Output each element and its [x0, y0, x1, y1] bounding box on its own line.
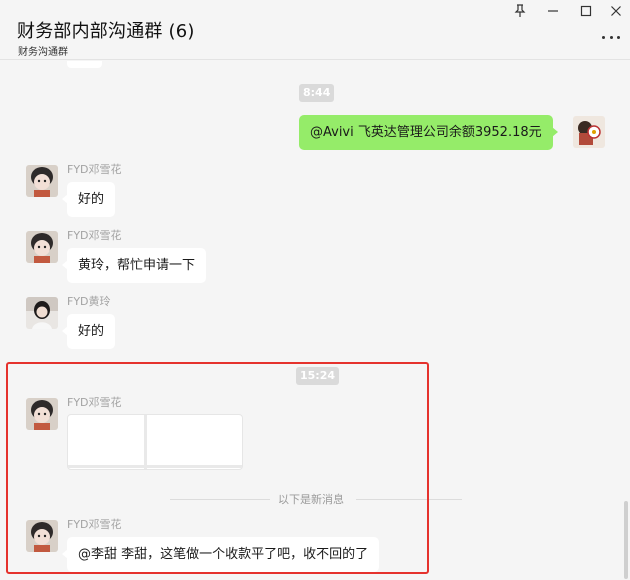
timestamp: 8:44	[299, 84, 335, 102]
attachment-card[interactable]	[67, 414, 243, 470]
incoming-message-bubble[interactable]: 好的	[61, 314, 116, 349]
incoming-message-bubble[interactable]: @李甜 李甜，这笔做一个收款平了吧，收不回的了	[61, 537, 380, 572]
card-divider	[68, 465, 242, 468]
incoming-message-bubble[interactable]: 好的	[61, 182, 116, 217]
group-title[interactable]: 财务部内部沟通群 (6)	[17, 17, 195, 43]
group-subtitle: 财务沟通群	[18, 47, 68, 58]
chat-window: 财务部内部沟通群 (6) 财务沟通群 8:44 @Avivi 飞英达管理公司余额…	[0, 0, 630, 580]
sender-name: FYD邓雪花	[67, 518, 122, 531]
sender-avatar[interactable]	[26, 297, 58, 329]
message-list[interactable]: 8:44 @Avivi 飞英达管理公司余额3952.18元 FYD邓雪花 好的 …	[0, 61, 630, 580]
sender-avatar[interactable]	[26, 165, 58, 197]
new-messages-label: 以下是新消息	[278, 493, 344, 506]
chat-header: 财务部内部沟通群 (6) 财务沟通群	[0, 0, 630, 60]
incoming-message-bubble[interactable]: 黄玲，帮忙申请一下	[61, 248, 207, 283]
sender-name: FYD邓雪花	[67, 396, 122, 409]
card-divider	[144, 415, 147, 469]
timestamp: 15:24	[296, 367, 340, 385]
self-avatar[interactable]	[573, 116, 605, 148]
sender-name: FYD邓雪花	[67, 163, 122, 176]
sender-avatar[interactable]	[26, 398, 58, 430]
outgoing-message-bubble[interactable]: @Avivi 飞英达管理公司余额3952.18元	[299, 115, 558, 150]
more-icon[interactable]	[602, 32, 620, 42]
chat-scrollbar[interactable]	[624, 501, 628, 579]
sender-avatar[interactable]	[26, 520, 58, 552]
sender-name: FYD黄玲	[67, 295, 111, 308]
maximize-icon[interactable]	[576, 2, 596, 20]
clipped-message-bubble	[67, 61, 102, 68]
minimize-icon[interactable]	[543, 2, 563, 20]
new-messages-divider: 以下是新消息	[170, 491, 462, 507]
close-icon[interactable]	[606, 2, 626, 20]
sender-name: FYD邓雪花	[67, 229, 122, 242]
sender-avatar[interactable]	[26, 231, 58, 263]
pin-icon[interactable]	[510, 2, 530, 20]
